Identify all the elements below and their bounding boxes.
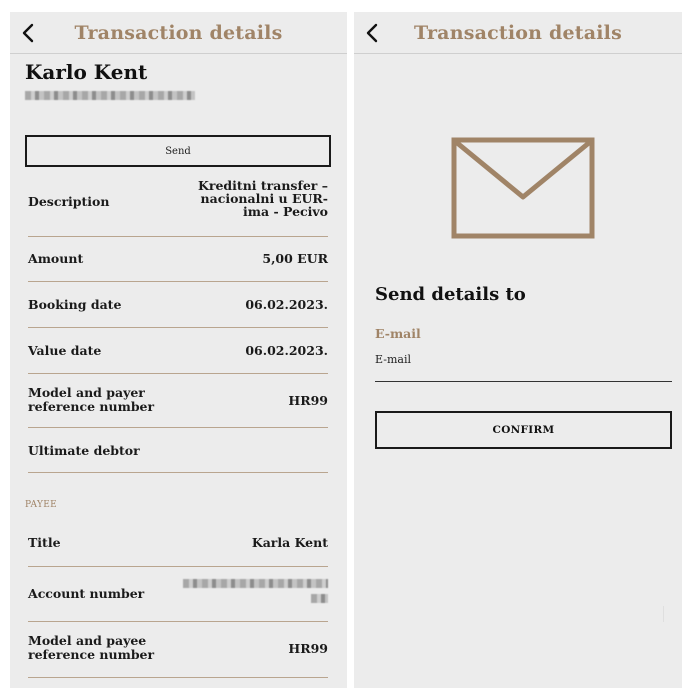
row-value: 06.02.2023. (245, 343, 328, 358)
confirm-button[interactable]: CONFIRM (375, 411, 672, 449)
page-title: Transaction details (74, 22, 283, 44)
row-value: HR99 (288, 641, 328, 656)
row-value: HR99 (288, 393, 328, 408)
row-label: Account number (28, 586, 145, 601)
redacted-account-number (183, 579, 328, 588)
row-label: Booking date (28, 297, 122, 312)
header: Transaction details (10, 12, 347, 54)
detail-row-description: Description Kreditni transfer – nacional… (28, 169, 328, 237)
row-value: Karla Kent (251, 535, 328, 550)
redacted-payer-account (25, 91, 195, 100)
detail-row-payee-title: Title Karla Kent (28, 520, 328, 567)
row-value: 06.02.2023. (245, 297, 328, 312)
row-label: Ultimate debtor (28, 443, 140, 458)
payee-section-label: PAYEE (25, 500, 57, 510)
email-label: E-mail (375, 326, 421, 341)
detail-row-value-date: Value date 06.02.2023. (28, 328, 328, 374)
detail-row-ultimate-debtor: Ultimate debtor (28, 428, 328, 473)
row-label: Model and payer reference number (28, 385, 155, 414)
send-button[interactable]: Send (25, 135, 331, 167)
row-value: 5,00 EUR (262, 251, 328, 266)
row-value: Kreditni transfer – nacionalni u EUR-ima… (198, 178, 328, 219)
row-label: Amount (28, 251, 84, 266)
detail-row-payee-reference: Model and payee reference number HR99 (28, 622, 328, 678)
redacted-account-number-tail (311, 594, 328, 603)
send-details-screen: Transaction details Send details to E-ma… (354, 12, 682, 688)
detail-row-booking-date: Booking date 06.02.2023. (28, 282, 328, 328)
row-label: Description (28, 194, 110, 209)
email-input[interactable] (375, 348, 672, 382)
row-label: Title (28, 535, 61, 550)
detail-row-account-number: Account number (28, 567, 328, 622)
detail-row-payer-reference: Model and payer reference number HR99 (28, 374, 328, 428)
send-details-title: Send details to (375, 284, 526, 305)
text-cursor-icon (663, 606, 669, 622)
row-label: Model and payee reference number (28, 633, 155, 662)
detail-row-amount: Amount 5,00 EUR (28, 237, 328, 282)
transaction-details-screen: Transaction details Karlo Kent Send Desc… (10, 12, 347, 688)
page-title: Transaction details (414, 22, 622, 44)
header: Transaction details (354, 12, 682, 54)
envelope-icon (451, 137, 595, 239)
payer-name: Karlo Kent (25, 60, 148, 84)
row-label: Value date (28, 343, 102, 358)
